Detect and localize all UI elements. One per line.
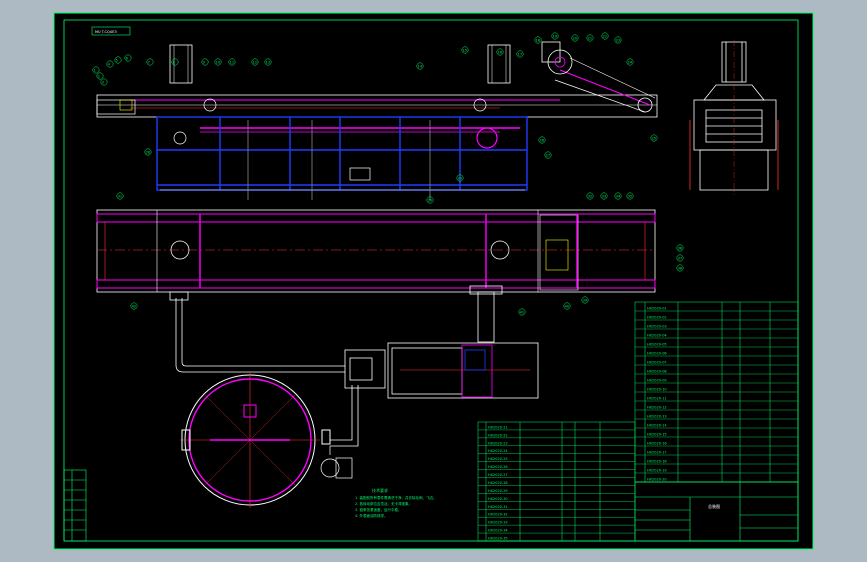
balloon-number: 6 bbox=[126, 56, 128, 60]
balloon-number: 25 bbox=[652, 136, 656, 140]
parts-row-code: HX2020-33 bbox=[488, 521, 508, 525]
balloon-number: 23 bbox=[616, 38, 620, 42]
parts-row-code: HX2020-35 bbox=[488, 537, 508, 541]
balloon-number: 27 bbox=[546, 153, 550, 157]
balloon-number: 28 bbox=[146, 150, 150, 154]
balloon-number: 18 bbox=[536, 38, 540, 42]
balloon-number: 10 bbox=[216, 60, 220, 64]
parts-row-code: HX2020-17 bbox=[647, 451, 667, 455]
balloon-number: 1 bbox=[94, 68, 96, 72]
balloon-number: 16 bbox=[498, 50, 502, 54]
balloon-number: 13 bbox=[266, 60, 270, 64]
parts-row-code: HX2020-29 bbox=[488, 489, 508, 493]
balloon-number: 12 bbox=[253, 60, 257, 64]
balloon-number: 9 bbox=[203, 60, 205, 64]
parts-row-code: HX2020-23 bbox=[488, 441, 508, 445]
balloon-number: 32 bbox=[588, 194, 592, 198]
parts-row-code: HX2020-07 bbox=[647, 361, 667, 365]
balloon-number: 8 bbox=[173, 60, 175, 64]
tech-note-3: 3. 链条张紧适度，运行平稳。 bbox=[355, 507, 401, 512]
balloon-number: 35 bbox=[628, 194, 632, 198]
parts-row-code: HX2020-31 bbox=[488, 505, 508, 509]
balloon-number: 41 bbox=[520, 310, 524, 314]
parts-row-code: HX2020-06 bbox=[647, 352, 667, 356]
balloon-number: 38 bbox=[678, 266, 682, 270]
parts-row-code: HX2020-19 bbox=[647, 469, 667, 473]
balloon-number: 19 bbox=[553, 34, 557, 38]
balloon-number: 34 bbox=[616, 194, 621, 198]
drawing-sheet bbox=[54, 13, 813, 549]
balloon-number: 30 bbox=[428, 198, 432, 202]
parts-row-code: HX2020-02 bbox=[647, 316, 667, 320]
balloon-number: 36 bbox=[678, 246, 682, 250]
parts-row-code: HX2020-34 bbox=[488, 529, 508, 533]
parts-row-code: HX2020-01 bbox=[647, 307, 667, 311]
parts-row-code: HX2020-10 bbox=[647, 388, 667, 392]
parts-row-code: HX2020-28 bbox=[488, 481, 508, 485]
balloon-number: 3 bbox=[102, 80, 104, 84]
balloon-number: 15 bbox=[463, 48, 467, 52]
drawing-canvas[interactable]: MU T.CQUE3 技术要求 1. 装配前所有零件需清洗干净，并去除毛刺、飞边… bbox=[0, 0, 867, 562]
parts-row-code: HX2020-25 bbox=[488, 457, 508, 461]
balloon-number: 14 bbox=[418, 64, 423, 68]
balloon-number: 21 bbox=[588, 36, 592, 40]
parts-row-code: HX2020-26 bbox=[488, 465, 508, 469]
parts-row-code: HX2020-14 bbox=[647, 424, 667, 428]
parts-row-code: HX2020-04 bbox=[647, 334, 667, 338]
balloon-number: 40 bbox=[565, 304, 569, 308]
parts-row-code: HX2020-20 bbox=[647, 478, 667, 482]
parts-row-code: HX2020-03 bbox=[647, 325, 667, 329]
balloon-number: 31 bbox=[118, 194, 122, 198]
balloon-number: 33 bbox=[602, 194, 606, 198]
parts-row-code: HX2020-13 bbox=[647, 415, 667, 419]
parts-row-code: HX2020-30 bbox=[488, 497, 508, 501]
balloon-number: 29 bbox=[458, 176, 462, 180]
parts-row-code: HX2020-09 bbox=[647, 379, 667, 383]
balloon-number: 22 bbox=[603, 34, 607, 38]
tech-note-1: 1. 装配前所有零件需清洗干净，并去除毛刺、飞边。 bbox=[355, 495, 436, 500]
parts-row-code: HX2020-08 bbox=[647, 370, 667, 374]
parts-row-code: HX2020-05 bbox=[647, 343, 667, 347]
balloon-number: 37 bbox=[678, 256, 682, 260]
parts-row-code: HX2020-22 bbox=[488, 433, 508, 437]
tech-note-4: 4. 外表面涂防锈漆。 bbox=[355, 513, 387, 518]
title-block-main-title: 总装图 bbox=[708, 503, 720, 509]
parts-row-code: HX2020-27 bbox=[488, 473, 508, 477]
parts-row-code: HX2020-18 bbox=[647, 460, 667, 464]
balloon-number: 20 bbox=[573, 36, 577, 40]
balloon-number: 2 bbox=[98, 74, 100, 78]
balloon-number: 24 bbox=[628, 60, 633, 64]
parts-row-code: HX2020-24 bbox=[488, 449, 508, 453]
parts-row-code: HX2020-16 bbox=[647, 442, 667, 446]
stamp-label-text: MU T.CQUE3 bbox=[95, 30, 117, 34]
balloon-number: 11 bbox=[230, 60, 234, 64]
balloon-number: 7 bbox=[148, 60, 150, 64]
balloon-number: 26 bbox=[540, 138, 544, 142]
tech-note-2: 2. 各转动部位应灵活，无卡滞现象。 bbox=[355, 501, 412, 506]
balloon-number: 42 bbox=[132, 304, 136, 308]
balloon-number: 17 bbox=[518, 52, 522, 56]
balloon-number: 5 bbox=[116, 58, 118, 62]
parts-row-code: HX2020-11 bbox=[647, 397, 667, 401]
parts-row-code: HX2020-21 bbox=[488, 425, 508, 429]
parts-row-code: HX2020-32 bbox=[488, 513, 508, 517]
parts-row-code: HX2020-12 bbox=[647, 406, 667, 410]
tech-notes-heading: 技术要求 bbox=[372, 487, 388, 493]
parts-row-code: HX2020-15 bbox=[647, 433, 667, 437]
balloon-number: 39 bbox=[583, 298, 587, 302]
